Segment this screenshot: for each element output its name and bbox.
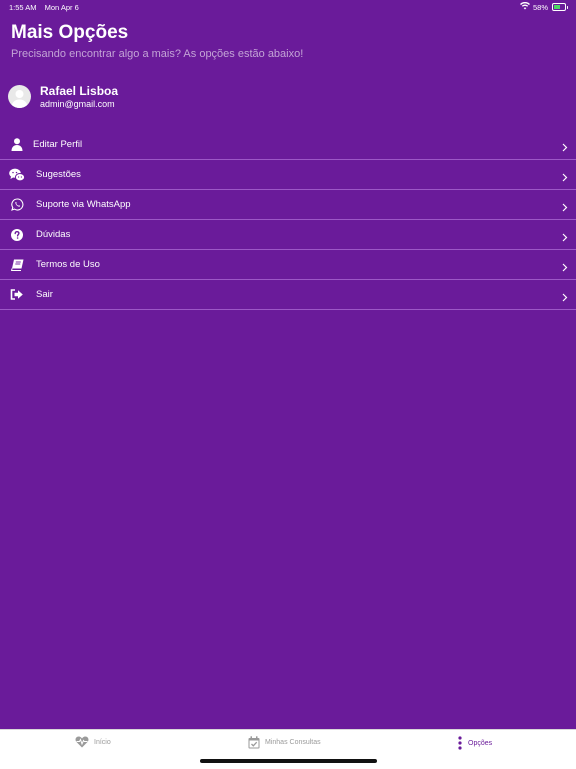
profile-name: Rafael Lisboa (40, 84, 119, 98)
profile-email: admin@gmail.com (40, 99, 115, 109)
page-title: Mais Opções (11, 22, 129, 43)
chevron-right-icon (562, 169, 568, 187)
options-menu: Editar Perfil Sugestões Suporte via What… (0, 130, 576, 310)
question-circle-icon (9, 227, 25, 243)
battery-percent: 58% (532, 2, 548, 12)
chevron-right-icon (562, 229, 568, 247)
menu-item-label: Editar Perfil (33, 139, 83, 150)
menu-item-sugestoes[interactable]: Sugestões (0, 160, 576, 190)
menu-item-editar-perfil[interactable]: Editar Perfil (0, 130, 576, 160)
status-right: 58% (519, 1, 568, 12)
tab-opcoes[interactable]: Opções (457, 736, 492, 750)
tab-bar: Início Minhas Consultas Opções (0, 729, 576, 769)
whatsapp-icon (9, 197, 25, 213)
menu-item-sair[interactable]: Sair (0, 280, 576, 310)
page-subtitle: Precisando encontrar algo a mais? As opç… (11, 48, 304, 60)
calendar-check-icon (248, 736, 260, 749)
status-bar: 1:55 AM Mon Apr 6 58% (0, 0, 576, 14)
avatar (8, 85, 31, 108)
chevron-right-icon (562, 139, 568, 157)
profile-header: Rafael Lisboa admin@gmail.com (8, 84, 118, 109)
menu-item-label: Sugestões (36, 169, 81, 180)
menu-item-label: Suporte via WhatsApp (36, 199, 131, 210)
menu-item-label: Dúvidas (36, 229, 71, 240)
tab-label: Minhas Consultas (265, 739, 321, 746)
tab-label: Opções (468, 739, 493, 747)
tab-label: Início (94, 738, 111, 746)
status-date: Mon Apr 6 (44, 3, 79, 12)
tab-inicio[interactable]: Início (75, 736, 111, 748)
chevron-right-icon (562, 199, 568, 217)
wifi-icon (519, 1, 530, 12)
menu-item-termos-de-uso[interactable]: Termos de Uso (0, 250, 576, 280)
profile-info: Rafael Lisboa admin@gmail.com (40, 84, 118, 109)
more-vertical-icon (457, 736, 463, 750)
menu-item-suporte-whatsapp[interactable]: Suporte via WhatsApp (0, 190, 576, 220)
home-indicator (200, 759, 377, 763)
avatar-person-icon (11, 90, 28, 108)
sign-out-icon (9, 287, 25, 303)
menu-item-duvidas[interactable]: Dúvidas (0, 220, 576, 250)
status-left: 1:55 AM Mon Apr 6 (9, 3, 85, 12)
chevron-right-icon (562, 259, 568, 277)
menu-item-label: Sair (36, 289, 53, 300)
battery-fill (554, 5, 560, 9)
status-time: 1:55 AM (9, 3, 37, 12)
menu-item-label: Termos de Uso (36, 259, 100, 270)
chat-bubbles-icon (9, 167, 25, 183)
user-icon (9, 137, 25, 153)
battery-icon (552, 3, 568, 11)
chevron-right-icon (562, 289, 568, 307)
book-icon (9, 257, 25, 273)
tab-minhas-consultas[interactable]: Minhas Consultas (248, 736, 321, 749)
heartbeat-icon (75, 736, 89, 748)
